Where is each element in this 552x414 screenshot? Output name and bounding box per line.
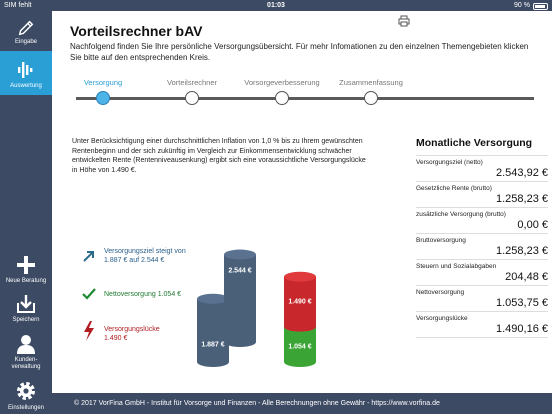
bar-target-retirement-top [224,249,256,260]
panel-row-label: zusätzliche Versorgung (brutto) [416,211,506,218]
sidebar-item-label-2: verwaltung [11,364,41,370]
bar-target-today-base [197,357,229,367]
panel-row: Gesetzliche Rente (brutto) 1.258,23 € [416,182,548,208]
panel-row: Versorgungsziel (netto) 2.543,92 € [416,156,548,182]
panel-row-value: 2.543,92 € [496,167,548,179]
step-dot-versorgung[interactable] [96,91,110,105]
sidebar-item-label: Auswertung [10,83,42,89]
panel-row-value: 1.258,23 € [496,193,548,205]
panel-row-value: 1.053,75 € [496,297,548,309]
panel-row-value: 0,00 € [517,219,548,231]
gear-icon [17,382,35,400]
sidebar-item-label: Neue Beratung [5,278,47,284]
arrow-up-right-icon [83,251,94,262]
sidebar-item-label: Einstellungen [7,405,45,411]
legend-increase-line2: 1.887 € auf 2.544 € [104,257,165,264]
panel-row-label: Nettoversorgung [416,289,465,296]
data-label-net-supply: 1.054 € [288,343,311,350]
legend-gap-line2: 1.490 € [104,335,128,342]
checkmark-icon [82,288,96,300]
data-label-target-retirement: 2.544 € [228,268,251,275]
panel-row: Nettoversorgung 1.053,75 € [416,286,548,312]
legend-gap-text: Versorgungslücke 1.490 € [104,325,160,343]
panel-rows: Versorgungsziel (netto) 2.543,92 € Gesetz… [416,156,548,338]
panel-row-label: Gesetzliche Rente (brutto) [416,185,492,192]
sidebar-item-einstellungen[interactable]: Einstellungen [0,377,52,414]
legend-gap-line1: Versorgungslücke [104,326,160,333]
save-icon [17,295,35,313]
explanation-text: Unter Berücksichtigung einer durchschnit… [72,138,366,174]
sidebar: Eingabe Auswertung Neue Beratung Speiche… [0,11,52,414]
panel-row-label: Versorgungsziel (netto) [416,159,483,166]
legend-net-text: Nettoversorgung 1.054 € [104,291,182,298]
data-label-supply-gap: 1.490 € [288,299,311,306]
status-bar: SIM fehlt 01:03 90 % [0,0,552,11]
battery-icon [533,2,548,10]
sidebar-item-kundenverwaltung[interactable]: Kunden- verwaltung [0,333,52,373]
print-icon[interactable] [398,15,410,27]
supply-chart: 1.887 € 2.544 € 1.054 € 1.490 € [197,249,316,367]
lightning-icon [84,321,94,341]
bar-net-supply-base [284,357,316,367]
legend-increase-line1: Versorgungsziel steigt von [104,248,186,255]
footer: © 2017 VorFina GmbH - Institut für Vorso… [52,393,552,414]
battery-percent: 90 % [514,2,530,9]
panel-row: zusätzliche Versorgung (brutto) 0,00 € [416,208,548,234]
step-dot-vorsorgeverbesserung[interactable] [275,91,289,105]
panel-row-value: 204,48 € [505,271,548,283]
page-title: Vorteilsrechner bAV [70,23,203,39]
panel-row: Versorgungslücke 1.490,16 € [416,312,548,338]
person-icon [17,335,35,354]
panel-row: Bruttoversorgung 1.258,23 € [416,234,548,260]
data-label-target-today: 1.887 € [201,341,224,348]
panel-row-label: Steuern und Sozialabgaben [416,263,497,270]
step-track [76,97,534,100]
plus-icon [17,256,35,274]
sidebar-item-neue-beratung[interactable]: Neue Beratung [0,251,52,289]
step-dot-zusammenfassung[interactable] [364,91,378,105]
sidebar-item-speichern[interactable]: Speichern [0,291,52,331]
sidebar-item-eingabe[interactable]: Eingabe [0,14,52,54]
sidebar-item-label: Kunden- [14,357,38,363]
battery-status: 90 % [514,0,548,11]
panel-row-value: 1.490,16 € [496,323,548,335]
sidebar-item-label: Speichern [12,317,40,323]
bar-supply-gap-top [284,271,316,282]
panel-row: Steuern und Sozialabgaben 204,48 € [416,260,548,286]
step-dot-vorteilsrechner[interactable] [185,91,199,105]
bar-target-retirement-base [224,337,256,347]
monthly-supply-panel: Monatliche Versorgung Versorgungsziel (n… [416,137,548,338]
legend-increase-text: Versorgungsziel steigt von 1.887 € auf 2… [104,247,186,265]
waveform-icon [18,62,33,78]
intro-text: Nachfolgend finden Sie Ihre persönliche … [70,42,529,62]
panel-row-label: Versorgungslücke [416,315,468,322]
clock: 01:03 [267,2,285,9]
sidebar-item-label: Eingabe [14,39,38,45]
panel-row-value: 1.258,23 € [496,245,548,257]
sidebar-item-auswertung[interactable]: Auswertung [0,51,52,95]
pencil-icon [18,20,34,36]
panel-row-label: Bruttoversorgung [416,237,466,244]
panel-title: Monatliche Versorgung [416,137,548,156]
step-navigation: Versorgung Vorteilsrechner Vorsorgeverbe… [70,75,540,115]
step-label-zusammenfassung[interactable]: Zusammenfassung [316,78,426,87]
bar-supply-gap-base [284,321,316,332]
main-content: Vorteilsrechner bAV Nachfolgend finden S… [52,11,552,391]
